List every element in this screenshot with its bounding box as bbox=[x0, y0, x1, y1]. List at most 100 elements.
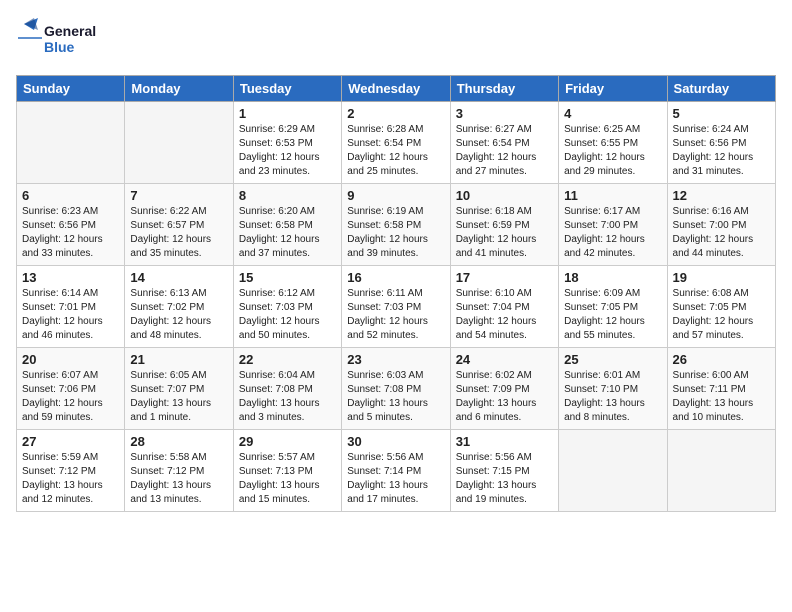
day-number: 15 bbox=[239, 270, 336, 285]
calendar-cell: 15 Sunrise: 6:12 AM Sunset: 7:03 PM Dayli… bbox=[233, 266, 341, 348]
cell-content: Sunrise: 6:29 AM Sunset: 6:53 PM Dayligh… bbox=[239, 123, 336, 179]
cell-content: Sunrise: 6:01 AM Sunset: 7:10 PM Dayligh… bbox=[564, 369, 661, 425]
cell-content: Sunrise: 5:56 AM Sunset: 7:15 PM Dayligh… bbox=[456, 451, 553, 507]
logo-container: General Blue bbox=[16, 16, 116, 65]
day-number: 17 bbox=[456, 270, 553, 285]
week-row-3: 13 Sunrise: 6:14 AM Sunset: 7:01 PM Dayli… bbox=[17, 266, 776, 348]
week-row-1: 1 Sunrise: 6:29 AM Sunset: 6:53 PM Daylig… bbox=[17, 102, 776, 184]
cell-content: Sunrise: 6:17 AM Sunset: 7:00 PM Dayligh… bbox=[564, 205, 661, 261]
header-tuesday: Tuesday bbox=[233, 76, 341, 102]
calendar-cell: 21 Sunrise: 6:05 AM Sunset: 7:07 PM Dayli… bbox=[125, 348, 233, 430]
calendar-cell: 13 Sunrise: 6:14 AM Sunset: 7:01 PM Dayli… bbox=[17, 266, 125, 348]
calendar-cell: 24Sunrise: 6:02 AM Sunset: 7:09 PM Dayli… bbox=[450, 348, 558, 430]
week-row-2: 6 Sunrise: 6:23 AM Sunset: 6:56 PM Daylig… bbox=[17, 184, 776, 266]
calendar-cell: 19 Sunrise: 6:08 AM Sunset: 7:05 PM Dayli… bbox=[667, 266, 775, 348]
calendar-cell: 20Sunrise: 6:07 AM Sunset: 7:06 PM Dayli… bbox=[17, 348, 125, 430]
day-number: 26 bbox=[673, 352, 770, 367]
day-number: 18 bbox=[564, 270, 661, 285]
calendar-cell: 2 Sunrise: 6:28 AM Sunset: 6:54 PM Daylig… bbox=[342, 102, 450, 184]
day-number: 29 bbox=[239, 434, 336, 449]
day-number: 28 bbox=[130, 434, 227, 449]
cell-content: Sunrise: 6:02 AM Sunset: 7:09 PM Dayligh… bbox=[456, 369, 553, 425]
svg-text:Blue: Blue bbox=[44, 39, 75, 55]
calendar-cell: 25 Sunrise: 6:01 AM Sunset: 7:10 PM Dayli… bbox=[559, 348, 667, 430]
cell-content: Sunrise: 6:25 AM Sunset: 6:55 PM Dayligh… bbox=[564, 123, 661, 179]
calendar-cell: 22Sunrise: 6:04 AM Sunset: 7:08 PM Dayli… bbox=[233, 348, 341, 430]
day-number: 14 bbox=[130, 270, 227, 285]
calendar-cell: 28 Sunrise: 5:58 AM Sunset: 7:12 PM Dayli… bbox=[125, 430, 233, 512]
cell-content: Sunrise: 6:22 AM Sunset: 6:57 PM Dayligh… bbox=[130, 205, 227, 261]
week-row-4: 20Sunrise: 6:07 AM Sunset: 7:06 PM Dayli… bbox=[17, 348, 776, 430]
calendar-cell: 11 Sunrise: 6:17 AM Sunset: 7:00 PM Dayli… bbox=[559, 184, 667, 266]
calendar-cell: 6 Sunrise: 6:23 AM Sunset: 6:56 PM Daylig… bbox=[17, 184, 125, 266]
header-thursday: Thursday bbox=[450, 76, 558, 102]
cell-content: Sunrise: 5:59 AM Sunset: 7:12 PM Dayligh… bbox=[22, 451, 119, 507]
cell-content: Sunrise: 5:57 AM Sunset: 7:13 PM Dayligh… bbox=[239, 451, 336, 507]
cell-content: Sunrise: 6:09 AM Sunset: 7:05 PM Dayligh… bbox=[564, 287, 661, 343]
cell-content: Sunrise: 6:16 AM Sunset: 7:00 PM Dayligh… bbox=[673, 205, 770, 261]
cell-content: Sunrise: 6:08 AM Sunset: 7:05 PM Dayligh… bbox=[673, 287, 770, 343]
header-wednesday: Wednesday bbox=[342, 76, 450, 102]
calendar-table: SundayMondayTuesdayWednesdayThursdayFrid… bbox=[16, 75, 776, 512]
calendar-cell bbox=[125, 102, 233, 184]
cell-content: Sunrise: 6:19 AM Sunset: 6:58 PM Dayligh… bbox=[347, 205, 444, 261]
day-number: 4 bbox=[564, 106, 661, 121]
cell-content: Sunrise: 6:10 AM Sunset: 7:04 PM Dayligh… bbox=[456, 287, 553, 343]
cell-content: Sunrise: 6:05 AM Sunset: 7:07 PM Dayligh… bbox=[130, 369, 227, 425]
day-number: 31 bbox=[456, 434, 553, 449]
cell-content: Sunrise: 5:56 AM Sunset: 7:14 PM Dayligh… bbox=[347, 451, 444, 507]
cell-content: Sunrise: 6:13 AM Sunset: 7:02 PM Dayligh… bbox=[130, 287, 227, 343]
cell-content: Sunrise: 6:23 AM Sunset: 6:56 PM Dayligh… bbox=[22, 205, 119, 261]
day-number: 19 bbox=[673, 270, 770, 285]
calendar-cell: 29 Sunrise: 5:57 AM Sunset: 7:13 PM Dayli… bbox=[233, 430, 341, 512]
calendar-cell: 31 Sunrise: 5:56 AM Sunset: 7:15 PM Dayli… bbox=[450, 430, 558, 512]
day-number: 6 bbox=[22, 188, 119, 203]
cell-content: Sunrise: 6:28 AM Sunset: 6:54 PM Dayligh… bbox=[347, 123, 444, 179]
calendar-cell: 8Sunrise: 6:20 AM Sunset: 6:58 PM Daylig… bbox=[233, 184, 341, 266]
day-number: 25 bbox=[564, 352, 661, 367]
day-number: 9 bbox=[347, 188, 444, 203]
header-sunday: Sunday bbox=[17, 76, 125, 102]
cell-content: Sunrise: 6:27 AM Sunset: 6:54 PM Dayligh… bbox=[456, 123, 553, 179]
calendar-cell: 27 Sunrise: 5:59 AM Sunset: 7:12 PM Dayli… bbox=[17, 430, 125, 512]
day-number: 11 bbox=[564, 188, 661, 203]
cell-content: Sunrise: 5:58 AM Sunset: 7:12 PM Dayligh… bbox=[130, 451, 227, 507]
day-number: 27 bbox=[22, 434, 119, 449]
calendar-cell: 12Sunrise: 6:16 AM Sunset: 7:00 PM Dayli… bbox=[667, 184, 775, 266]
calendar-cell bbox=[17, 102, 125, 184]
header-saturday: Saturday bbox=[667, 76, 775, 102]
calendar-cell bbox=[667, 430, 775, 512]
day-number: 16 bbox=[347, 270, 444, 285]
calendar-cell: 17 Sunrise: 6:10 AM Sunset: 7:04 PM Dayli… bbox=[450, 266, 558, 348]
logo-svg: General Blue bbox=[16, 16, 116, 60]
cell-content: Sunrise: 6:14 AM Sunset: 7:01 PM Dayligh… bbox=[22, 287, 119, 343]
day-number: 2 bbox=[347, 106, 444, 121]
day-number: 7 bbox=[130, 188, 227, 203]
cell-content: Sunrise: 6:03 AM Sunset: 7:08 PM Dayligh… bbox=[347, 369, 444, 425]
calendar-cell: 3 Sunrise: 6:27 AM Sunset: 6:54 PM Daylig… bbox=[450, 102, 558, 184]
calendar-cell: 23 Sunrise: 6:03 AM Sunset: 7:08 PM Dayli… bbox=[342, 348, 450, 430]
calendar-cell: 10Sunrise: 6:18 AM Sunset: 6:59 PM Dayli… bbox=[450, 184, 558, 266]
calendar-cell: 1 Sunrise: 6:29 AM Sunset: 6:53 PM Daylig… bbox=[233, 102, 341, 184]
calendar-cell: 26 Sunrise: 6:00 AM Sunset: 7:11 PM Dayli… bbox=[667, 348, 775, 430]
calendar-cell: 30 Sunrise: 5:56 AM Sunset: 7:14 PM Dayli… bbox=[342, 430, 450, 512]
day-number: 22 bbox=[239, 352, 336, 367]
svg-text:General: General bbox=[44, 23, 96, 39]
day-number: 3 bbox=[456, 106, 553, 121]
calendar-cell: 4 Sunrise: 6:25 AM Sunset: 6:55 PM Daylig… bbox=[559, 102, 667, 184]
calendar-cell: 9 Sunrise: 6:19 AM Sunset: 6:58 PM Daylig… bbox=[342, 184, 450, 266]
day-number: 23 bbox=[347, 352, 444, 367]
day-number: 30 bbox=[347, 434, 444, 449]
cell-content: Sunrise: 6:00 AM Sunset: 7:11 PM Dayligh… bbox=[673, 369, 770, 425]
day-number: 1 bbox=[239, 106, 336, 121]
calendar-cell: 7 Sunrise: 6:22 AM Sunset: 6:57 PM Daylig… bbox=[125, 184, 233, 266]
day-number: 20 bbox=[22, 352, 119, 367]
cell-content: Sunrise: 6:12 AM Sunset: 7:03 PM Dayligh… bbox=[239, 287, 336, 343]
cell-content: Sunrise: 6:24 AM Sunset: 6:56 PM Dayligh… bbox=[673, 123, 770, 179]
header-monday: Monday bbox=[125, 76, 233, 102]
logo: General Blue bbox=[16, 16, 116, 65]
day-number: 13 bbox=[22, 270, 119, 285]
calendar-header-row: SundayMondayTuesdayWednesdayThursdayFrid… bbox=[17, 76, 776, 102]
cell-content: Sunrise: 6:18 AM Sunset: 6:59 PM Dayligh… bbox=[456, 205, 553, 261]
day-number: 21 bbox=[130, 352, 227, 367]
